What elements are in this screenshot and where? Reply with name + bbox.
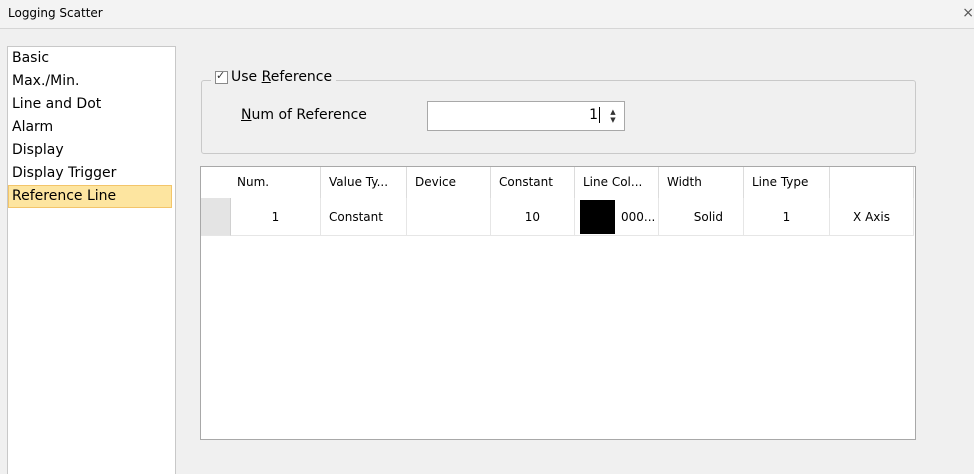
cell-axis[interactable]: X Axis	[830, 198, 914, 236]
column-header-axis[interactable]	[830, 167, 914, 198]
column-header-width[interactable]: Width	[659, 167, 744, 198]
cell-constant[interactable]: 10	[491, 198, 575, 236]
sidebar-item-alarm[interactable]: Alarm	[8, 116, 175, 139]
cell-device[interactable]	[407, 198, 491, 236]
cell-value-type[interactable]: Constant	[321, 198, 407, 236]
text-caret	[599, 107, 600, 123]
grid-header: Num. Value Ty... Device Constant Line Co…	[201, 167, 915, 198]
close-icon[interactable]: ×	[960, 3, 974, 23]
use-reference-label: Use Reference	[231, 69, 333, 85]
sidebar-item-max-min[interactable]: Max./Min.	[8, 70, 175, 93]
spin-up-icon[interactable]: ▲	[606, 108, 620, 116]
sidebar-item-basic[interactable]: Basic	[8, 47, 175, 70]
sidebar-item-display[interactable]: Display	[8, 139, 175, 162]
column-header-constant[interactable]: Constant	[491, 167, 575, 198]
num-of-reference-label: Num of Reference	[241, 107, 367, 123]
category-list: Basic Max./Min. Line and Dot Alarm Displ…	[7, 46, 176, 474]
row-selector[interactable]	[201, 198, 231, 236]
column-header-line-type[interactable]: Line Type	[744, 167, 830, 198]
color-swatch	[580, 200, 615, 234]
reference-line-grid: Num. Value Ty... Device Constant Line Co…	[200, 166, 916, 440]
use-reference-checkbox[interactable]: ✓	[215, 68, 228, 84]
line-color-value: 000...	[621, 210, 656, 224]
use-reference-checkbox-row[interactable]: ✓ Use Reference	[211, 67, 337, 87]
num-of-reference-stepper[interactable]: 1 ▲ ▼	[427, 101, 625, 131]
sidebar-item-display-trigger[interactable]: Display Trigger	[8, 162, 175, 185]
column-header-line-color[interactable]: Line Col...	[575, 167, 659, 198]
cell-line-color[interactable]: 000...	[575, 198, 659, 236]
spin-down-icon[interactable]: ▼	[606, 116, 620, 124]
title-bar: Logging Scatter ×	[0, 0, 974, 29]
window-title: Logging Scatter	[8, 6, 103, 20]
logging-scatter-dialog: Logging Scatter × Basic Max./Min. Line a…	[0, 0, 974, 474]
sidebar-item-reference-line[interactable]: Reference Line	[8, 185, 172, 208]
cell-width[interactable]: Solid	[659, 198, 744, 236]
table-row[interactable]: 1 Constant 10 000... Solid 1 X Axis	[201, 198, 915, 236]
cell-line-type[interactable]: 1	[744, 198, 830, 236]
sidebar-item-line-and-dot[interactable]: Line and Dot	[8, 93, 175, 116]
column-header-num[interactable]: Num.	[231, 167, 321, 198]
column-header-device[interactable]: Device	[407, 167, 491, 198]
checkmark-icon: ✓	[216, 68, 226, 82]
column-header-value-type[interactable]: Value Ty...	[321, 167, 407, 198]
spin-buttons[interactable]: ▲ ▼	[606, 108, 620, 126]
row-header-corner	[201, 167, 231, 198]
num-of-reference-value: 1	[589, 107, 598, 123]
cell-num[interactable]: 1	[231, 198, 321, 236]
